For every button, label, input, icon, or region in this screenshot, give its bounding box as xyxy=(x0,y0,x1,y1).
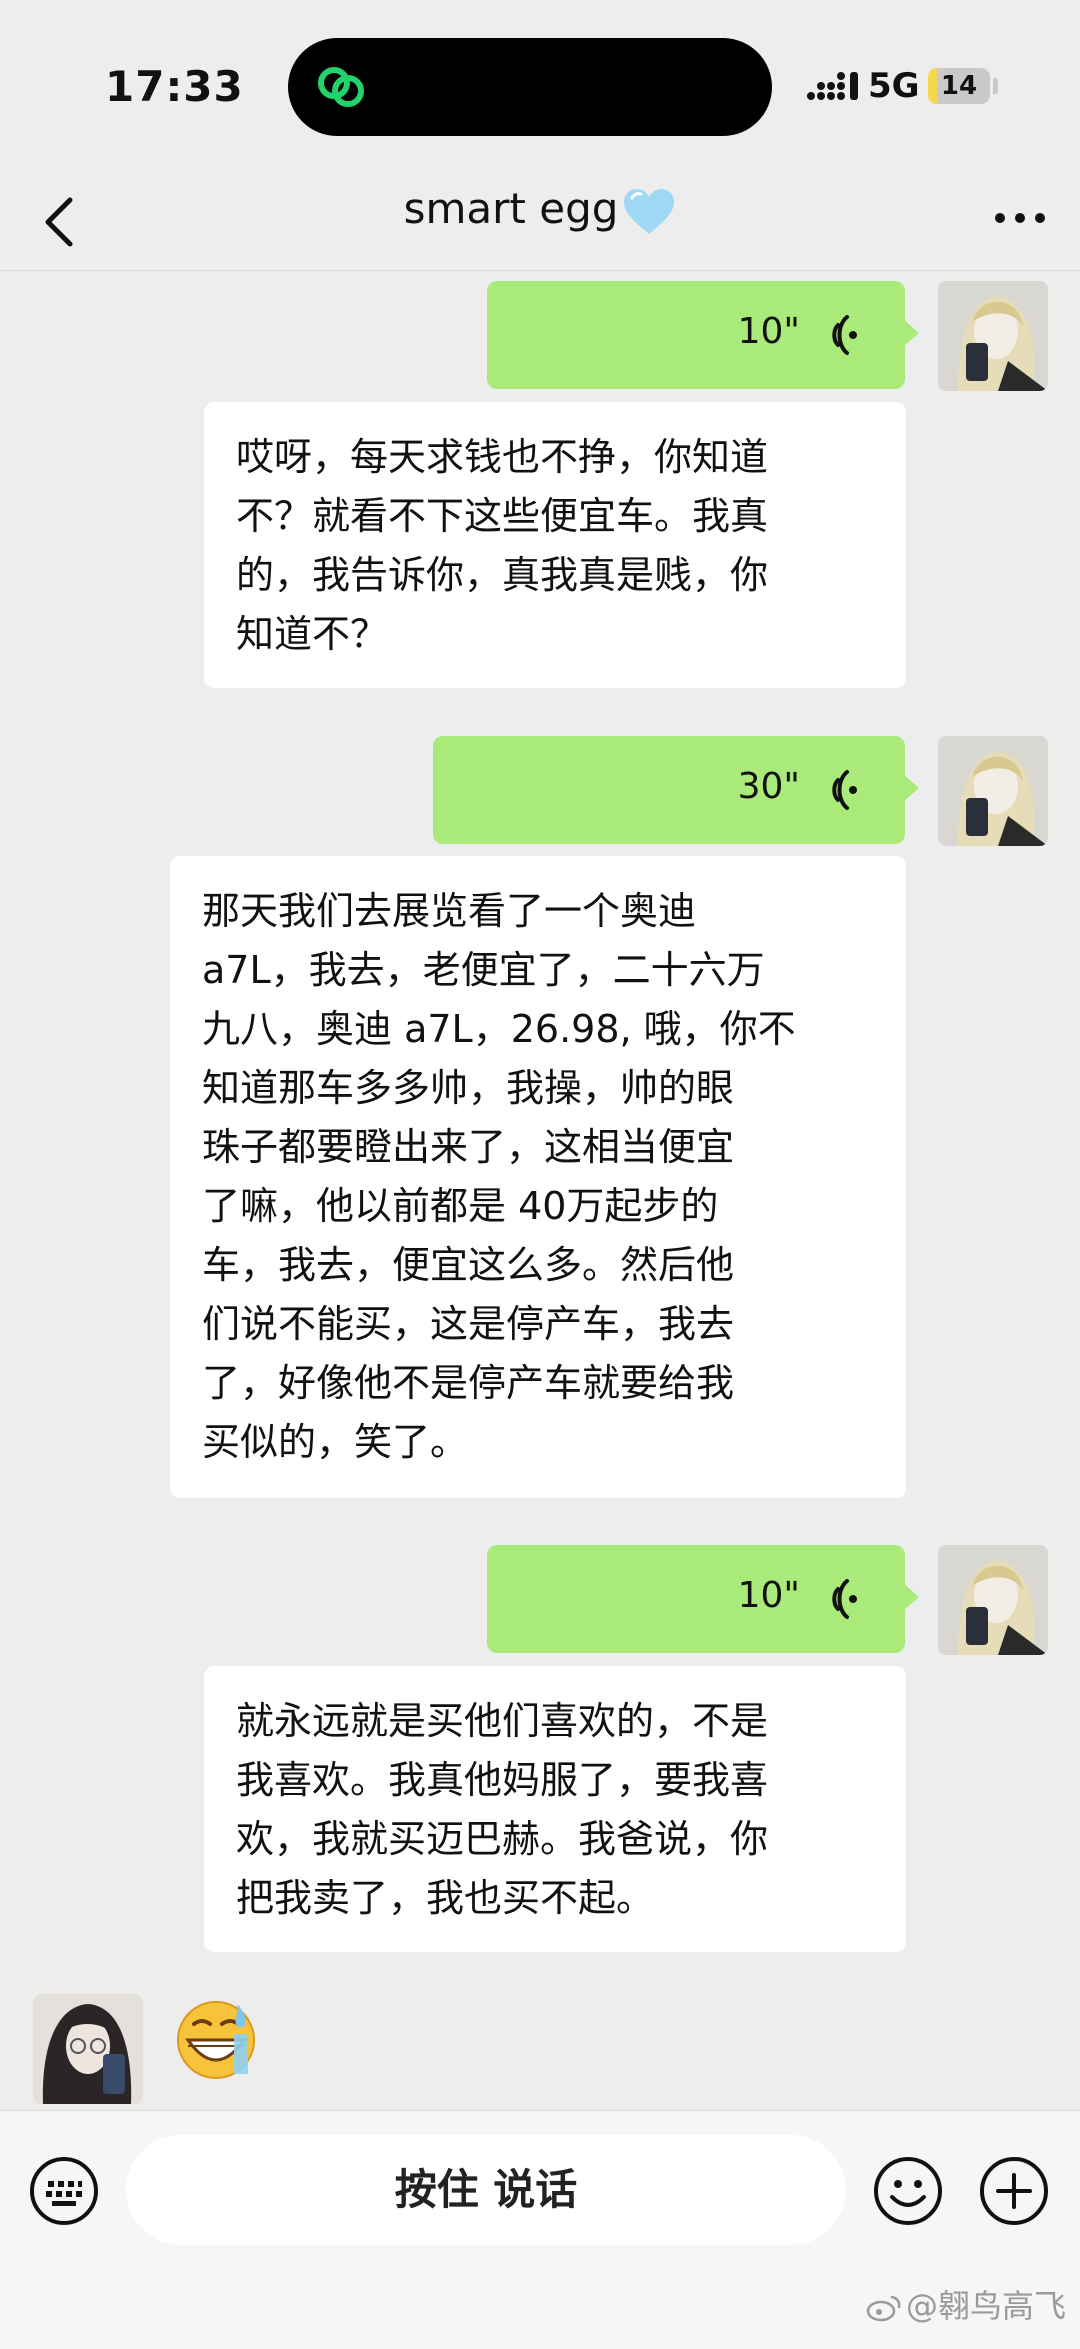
status-time: 17:33 xyxy=(105,62,244,111)
signal-icon xyxy=(807,72,858,100)
hold-to-talk-button[interactable]: 按住 说话 xyxy=(126,2135,846,2245)
dynamic-island xyxy=(288,38,772,136)
more-options-icon[interactable] xyxy=(992,206,1048,230)
voice-wave-icon xyxy=(832,315,857,355)
self-avatar[interactable] xyxy=(938,281,1048,391)
text-message[interactable]: 那天我们去展览看了一个奥迪 a7L，我去，老便宜了，二十六万 九八，奥迪 a7L… xyxy=(170,856,906,1498)
keyboard-icon[interactable] xyxy=(28,2155,100,2227)
chat-title-text: smart egg xyxy=(403,184,619,233)
voice-duration: 10" xyxy=(737,1575,800,1616)
status-bar: 17:33 5G 14 xyxy=(0,0,1080,170)
input-bar: 按住 说话 @翱鸟高飞 xyxy=(0,2110,1080,2349)
plus-more-icon[interactable] xyxy=(978,2155,1050,2227)
voice-message[interactable]: 10" xyxy=(487,281,919,389)
self-avatar[interactable] xyxy=(938,1545,1048,1655)
watermark-text: @翱鸟高飞 xyxy=(905,2287,1066,2325)
chat-title: smart egg xyxy=(0,184,1080,236)
voice-wave-icon xyxy=(832,1579,857,1619)
voice-message[interactable]: 10" xyxy=(487,1545,919,1653)
light-blue-heart-icon xyxy=(624,188,675,234)
weibo-logo-icon xyxy=(866,2295,901,2322)
text-message[interactable]: 哎呀，每天求钱也不挣，你知道 不？就看不下这些便宜车。我真 的，我告诉你，真我真… xyxy=(204,402,906,688)
contact-avatar[interactable] xyxy=(33,1994,143,2104)
chat-header: smart egg xyxy=(0,170,1080,271)
link-activity-icon xyxy=(318,67,364,107)
network-type: 5G xyxy=(868,66,920,106)
battery-tip xyxy=(993,78,998,94)
self-avatar[interactable] xyxy=(938,736,1048,846)
emoji-picker-icon[interactable] xyxy=(872,2155,944,2227)
voice-duration: 30" xyxy=(737,766,800,807)
message-list[interactable]: 10" 哎呀，每天求钱也不挣，你知道 不？就看不下这些便宜车。我真 的，我告诉你… xyxy=(0,271,1080,2111)
watermark: @翱鸟高飞 xyxy=(866,2281,1066,2327)
battery-level: 14 xyxy=(940,71,978,101)
voice-wave-icon xyxy=(832,770,857,810)
battery-icon: 14 xyxy=(928,68,990,104)
text-message[interactable]: 就永远就是买他们喜欢的，不是 我喜欢。我真他妈服了，要我喜 欢，我就买迈巴赫。我… xyxy=(204,1666,906,1952)
voice-duration: 10" xyxy=(737,311,800,352)
voice-message[interactable]: 30" xyxy=(433,736,919,844)
grinning-sweat-emoji[interactable] xyxy=(172,1994,260,2082)
